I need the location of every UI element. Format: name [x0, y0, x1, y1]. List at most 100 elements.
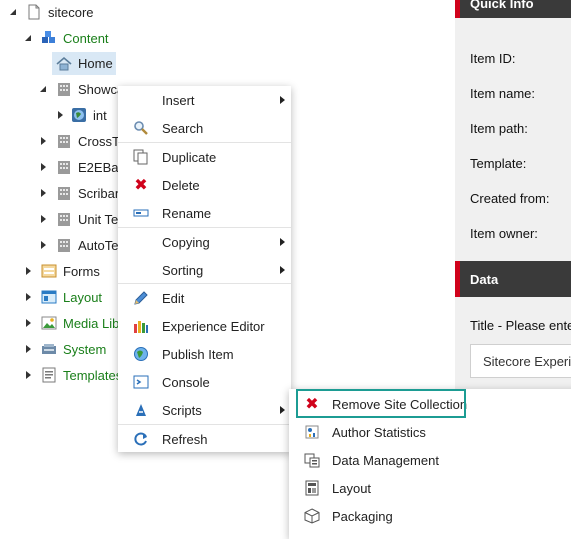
submenu-item-author-statistics[interactable]: Author Statistics — [289, 418, 571, 446]
building-icon — [56, 159, 72, 175]
expand-arrow-icon[interactable] — [23, 292, 33, 302]
tree-item-label: AutoTe — [78, 237, 119, 253]
home-icon — [56, 56, 72, 72]
menu-item-refresh[interactable]: Refresh — [118, 425, 291, 453]
layout-page-icon — [304, 480, 320, 496]
refresh-icon — [133, 431, 149, 447]
tree-item-label: Content — [63, 30, 109, 46]
menu-item-delete[interactable]: ✖ Delete — [118, 171, 291, 199]
tree-item-content[interactable]: Content — [23, 27, 109, 49]
tree-item-home[interactable]: Home — [52, 52, 116, 75]
menu-item-label: Copying — [162, 234, 210, 250]
tree-item-int[interactable]: int — [55, 104, 107, 126]
menu-item-console[interactable]: Console — [118, 368, 291, 396]
data-management-icon — [304, 452, 320, 468]
menu-item-scripts[interactable]: Scripts — [118, 396, 291, 424]
submenu-arrow-icon — [280, 96, 285, 104]
title-field-input[interactable]: Sitecore Experie — [470, 344, 571, 378]
item-id-label: Item ID: — [470, 51, 516, 66]
expand-arrow-icon[interactable] — [38, 240, 48, 250]
tree-item-sitecore[interactable]: sitecore — [8, 1, 94, 23]
menu-item-label: Sorting — [162, 262, 204, 278]
submenu-item-packaging[interactable]: Packaging — [289, 502, 571, 530]
submenu-arrow-icon — [280, 406, 285, 414]
submenu-item-data-management[interactable]: Data Management — [289, 446, 571, 474]
expand-arrow-icon[interactable] — [23, 370, 33, 380]
submenu-arrow-icon — [280, 266, 285, 274]
menu-item-edit[interactable]: Edit — [118, 284, 291, 312]
submenu-item-label: Author Statistics — [332, 425, 426, 440]
layout-icon — [41, 289, 57, 305]
expand-arrow-icon[interactable] — [23, 266, 33, 276]
submenu-item-layout[interactable]: Layout — [289, 474, 571, 502]
submenu-item-label: Layout — [332, 481, 372, 496]
tree-item-label: Unit Te — [78, 211, 119, 227]
forms-icon — [41, 263, 57, 279]
building-icon — [56, 211, 72, 227]
search-icon — [133, 120, 149, 136]
tree-item-templates[interactable]: Templates — [23, 364, 122, 386]
menu-item-label: Duplicate — [162, 149, 217, 165]
menu-item-rename[interactable]: Rename — [118, 199, 291, 227]
menu-item-label: Publish Item — [162, 346, 234, 362]
collapse-arrow-icon[interactable] — [38, 84, 48, 94]
media-library-icon — [41, 315, 57, 331]
tree-item-showcase[interactable]: Showca — [38, 78, 124, 100]
context-menu: Insert Search Duplicate ✖ Delete Rename … — [118, 86, 291, 452]
menu-item-duplicate[interactable]: Duplicate — [118, 143, 291, 171]
tree-item-label: Media Libr — [63, 315, 124, 331]
duplicate-icon — [133, 149, 149, 165]
menu-item-label: Delete — [162, 177, 200, 193]
expand-arrow-icon[interactable] — [38, 136, 48, 146]
menu-item-label: Rename — [162, 205, 212, 221]
expand-arrow-icon[interactable] — [38, 188, 48, 198]
expand-arrow-icon[interactable] — [23, 344, 33, 354]
system-icon — [41, 341, 57, 357]
expand-arrow-icon[interactable] — [38, 214, 48, 224]
expand-arrow-icon[interactable] — [55, 110, 65, 120]
menu-item-label: Console — [162, 374, 210, 390]
tree-item-forms[interactable]: Forms — [23, 260, 100, 282]
tree-item-scriban[interactable]: Scriban — [38, 182, 122, 204]
experience-editor-icon — [133, 318, 149, 334]
menu-item-experience-editor[interactable]: Experience Editor — [118, 312, 291, 340]
item-name-label: Item name: — [470, 86, 536, 101]
tree-item-system[interactable]: System — [23, 338, 106, 360]
package-icon — [304, 508, 320, 524]
menu-item-copying[interactable]: Copying — [118, 228, 291, 256]
collapse-arrow-icon[interactable] — [8, 7, 18, 17]
quick-info-header[interactable]: Quick Info — [455, 0, 571, 18]
collapse-arrow-icon[interactable] — [23, 33, 33, 43]
expand-arrow-icon[interactable] — [23, 318, 33, 328]
submenu-item-label: Data Management — [332, 453, 439, 468]
building-icon — [56, 185, 72, 201]
globe-icon — [71, 107, 87, 123]
expand-arrow-icon[interactable] — [38, 162, 48, 172]
menu-item-sorting[interactable]: Sorting — [118, 256, 291, 284]
tree-item-unit-te[interactable]: Unit Te — [38, 208, 118, 230]
tree-item-media-library[interactable]: Media Libr — [23, 312, 124, 334]
submenu-item-label: Packaging — [332, 509, 393, 524]
pencil-icon — [133, 290, 149, 306]
menu-item-insert[interactable]: Insert — [118, 86, 291, 114]
tree-item-label: sitecore — [48, 4, 94, 20]
template-label: Template: — [470, 156, 527, 171]
tree-item-crosste[interactable]: CrossTe — [38, 130, 126, 152]
templates-icon — [41, 367, 57, 383]
data-section-header[interactable]: Data — [455, 261, 571, 297]
building-icon — [56, 237, 72, 253]
tree-item-layout[interactable]: Layout — [23, 286, 102, 308]
rename-icon — [133, 205, 149, 221]
document-icon — [26, 4, 42, 20]
menu-item-publish[interactable]: Publish Item — [118, 340, 291, 368]
tree-item-label: System — [63, 341, 107, 357]
menu-item-label: Edit — [162, 290, 185, 306]
title-field-label: Title - Please ente — [470, 318, 571, 333]
menu-item-label: Experience Editor — [162, 318, 265, 334]
tree-item-e2ebas[interactable]: E2EBas — [38, 156, 125, 178]
item-owner-label: Item owner: — [470, 226, 538, 241]
menu-item-search[interactable]: Search — [118, 114, 291, 142]
tree-item-autote[interactable]: AutoTe — [38, 234, 118, 256]
title-field-value: Sitecore Experie — [483, 354, 571, 369]
menu-item-label: Search — [162, 120, 204, 136]
